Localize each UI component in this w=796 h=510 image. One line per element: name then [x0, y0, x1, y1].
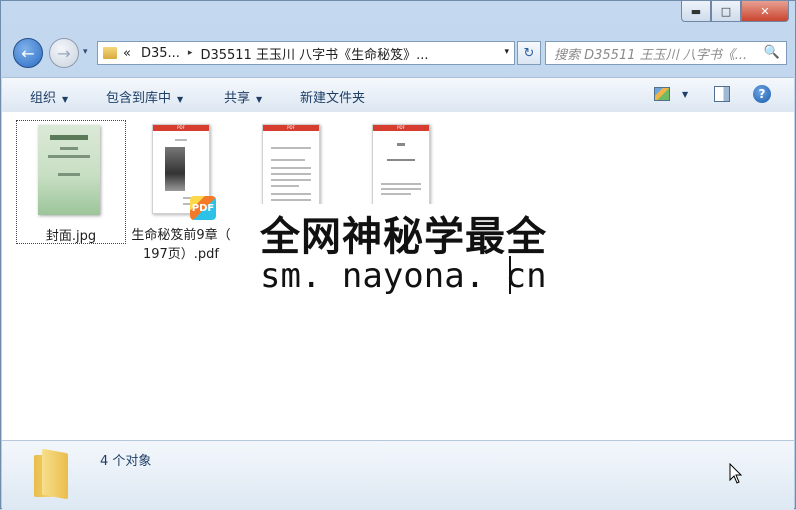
breadcrumb-overflow[interactable]: « — [123, 46, 131, 61]
search-input[interactable]: 搜索 D35511 王玉川 八字书《... 🔍 — [545, 41, 787, 65]
watermark-line1: 全网神秘学最全 — [260, 214, 547, 260]
change-view-icon[interactable] — [654, 87, 670, 101]
include-in-library-menu[interactable]: 包含到库中 ▼ — [106, 87, 183, 106]
image-thumbnail — [38, 125, 100, 215]
file-list[interactable]: 封面.jpg PDF PDF 生命秘笈前9章（ 197页）.pdf PDF PD… — [2, 112, 794, 440]
pdf-band: PDF — [263, 125, 319, 131]
details-pane: 4 个对象 — [2, 440, 794, 510]
item-count: 4 个对象 — [100, 454, 152, 469]
refresh-button[interactable]: ↻ — [517, 41, 541, 65]
breadcrumb-item-current[interactable]: D35511 王玉川 八字书《生命秘笈》... — [200, 44, 428, 63]
organize-label: 组织 — [30, 91, 57, 106]
watermark-overlay: 全网神秘学最全 sm. nayona. cn — [250, 204, 550, 304]
view-dropdown-icon[interactable]: ▼ — [682, 90, 688, 99]
pdf-thumbnail: PDF — [372, 124, 430, 214]
pdf-band: PDF — [153, 125, 209, 131]
address-bar[interactable]: « D35... ▸ D35511 王玉川 八字书《生命秘笈》... ▾ — [97, 41, 515, 65]
navigation-bar: ← → ▾ « D35... ▸ D35511 王玉川 八字书《生命秘笈》...… — [13, 37, 787, 69]
back-button[interactable]: ← — [13, 38, 43, 68]
file-item[interactable]: PDF PDF 生命秘笈前9章（ 197页）.pdf — [126, 120, 236, 270]
new-folder-button[interactable]: 新建文件夹 — [300, 87, 365, 106]
text-caret — [509, 256, 511, 294]
search-icon[interactable]: 🔍 — [764, 45, 780, 60]
pdf-band: PDF — [373, 125, 429, 131]
pdf-app-icon: PDF — [190, 196, 216, 220]
dropdown-arrow-icon: ▼ — [256, 95, 263, 104]
search-placeholder: 搜索 D35511 王玉川 八字书《... — [554, 47, 748, 63]
recent-pages-dropdown-icon[interactable]: ▾ — [83, 47, 88, 57]
close-button[interactable]: ✕ — [741, 1, 789, 22]
organize-menu[interactable]: 组织 ▼ — [30, 87, 68, 106]
file-name-line2: 197页）.pdf — [142, 247, 220, 262]
watermark-line2: sm. nayona. cn — [260, 256, 547, 296]
help-icon[interactable]: ? — [753, 85, 771, 103]
include-library-label: 包含到库中 — [106, 91, 172, 106]
file-name: 封面.jpg — [45, 229, 97, 244]
dropdown-arrow-icon: ▼ — [62, 95, 69, 104]
mouse-cursor-icon — [729, 463, 743, 484]
preview-pane-icon[interactable] — [714, 86, 730, 102]
breadcrumb-item-parent[interactable]: D35... — [141, 46, 180, 61]
address-dropdown-icon[interactable]: ▾ — [504, 47, 509, 57]
caption-buttons: ▬ □ ✕ — [681, 1, 789, 22]
maximize-button[interactable]: □ — [711, 1, 741, 22]
dropdown-arrow-icon: ▼ — [177, 95, 184, 104]
forward-button[interactable]: → — [49, 38, 79, 68]
breadcrumb-separator-icon[interactable]: ▸ — [188, 48, 193, 58]
minimize-button[interactable]: ▬ — [681, 1, 711, 22]
command-bar: 组织 ▼ 包含到库中 ▼ 共享 ▼ 新建文件夹 ▼ ? — [2, 77, 794, 113]
file-item[interactable]: 封面.jpg — [16, 120, 126, 244]
explorer-window: ▬ □ ✕ ← → ▾ « D35... ▸ D35511 王玉川 八字书《生命… — [0, 0, 796, 510]
share-menu[interactable]: 共享 ▼ — [224, 87, 262, 106]
file-name-line1: 生命秘笈前9章（ — [131, 228, 231, 243]
pdf-thumbnail: PDF — [262, 124, 320, 214]
folder-icon — [34, 448, 68, 500]
share-label: 共享 — [224, 91, 251, 106]
folder-icon — [103, 47, 117, 59]
